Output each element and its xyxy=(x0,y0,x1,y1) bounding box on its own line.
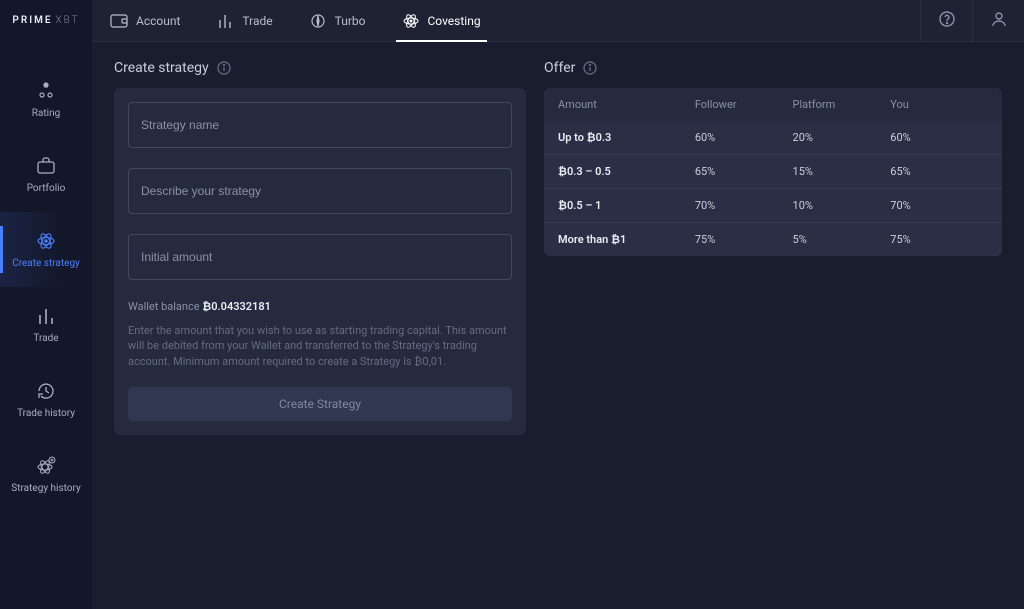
create-strategy-title: Create strategy xyxy=(114,60,526,76)
user-icon xyxy=(990,10,1008,31)
create-strategy-button[interactable]: Create Strategy xyxy=(128,387,512,421)
offer-row: Up to ₿0.3 60% 20% 60% xyxy=(544,121,1002,155)
turbo-icon xyxy=(309,12,327,30)
content: Create strategy Wallet balance ₿0.043321… xyxy=(92,42,1024,609)
bars-icon xyxy=(216,12,234,30)
offer-cell-platform: 10% xyxy=(793,199,891,212)
nav-trade[interactable]: Trade xyxy=(198,0,290,41)
offer-cell-you: 75% xyxy=(890,233,988,246)
offer-cell-you: 70% xyxy=(890,199,988,212)
nav-covesting[interactable]: Covesting xyxy=(384,0,499,41)
top-nav: Account Trade Turbo Covesting xyxy=(92,0,920,41)
help-button[interactable] xyxy=(920,0,972,41)
create-strategy-title-text: Create strategy xyxy=(114,60,209,76)
offer-header-row: Amount Follower Platform You xyxy=(544,88,1002,121)
initial-amount-input[interactable] xyxy=(129,235,511,279)
offer-cell-follower: 70% xyxy=(695,199,793,212)
bars-icon xyxy=(37,305,55,327)
offer-cell-follower: 75% xyxy=(695,233,793,246)
strategy-describe-field xyxy=(128,168,512,214)
offer-cell-you: 60% xyxy=(890,131,988,144)
wallet-balance-label: Wallet balance xyxy=(128,300,202,313)
nav-covesting-label: Covesting xyxy=(428,14,481,28)
nav-account-label: Account xyxy=(136,14,180,28)
offer-cell-amount: More than ₿1 xyxy=(558,233,695,246)
strategy-describe-input[interactable] xyxy=(129,169,511,213)
offer-row: ₿0.5 – 1 70% 10% 70% xyxy=(544,189,1002,223)
wallet-balance-value: ₿0.04332181 xyxy=(202,300,271,313)
sidebar-item-strategy-history[interactable]: Strategy history xyxy=(0,437,92,512)
brand-xbt: XBT xyxy=(55,15,79,26)
brand-logo: PRIMEXBT xyxy=(0,0,92,42)
atom-icon xyxy=(35,230,57,252)
sidebar-item-rating[interactable]: Rating xyxy=(0,62,92,137)
strategy-history-icon xyxy=(35,455,57,477)
offer-col-amount: Amount xyxy=(558,98,695,111)
nav-account[interactable]: Account xyxy=(92,0,198,41)
offer-cell-platform: 15% xyxy=(793,165,891,178)
sidebar: Rating Portfolio Create strategy Trade T… xyxy=(0,42,92,609)
strategy-name-input[interactable] xyxy=(129,103,511,147)
offer-cell-follower: 65% xyxy=(695,165,793,178)
offer-title-text: Offer xyxy=(544,60,575,76)
offer-cell-amount: Up to ₿0.3 xyxy=(558,131,695,144)
nav-turbo[interactable]: Turbo xyxy=(291,0,384,41)
offer-col-follower: Follower xyxy=(695,98,793,111)
history-icon xyxy=(36,380,56,402)
sidebar-rating-label: Rating xyxy=(32,108,60,119)
wallet-icon xyxy=(110,12,128,30)
sidebar-item-create-strategy[interactable]: Create strategy xyxy=(0,212,92,287)
topbar: PRIMEXBT Account Trade Turbo Covesting xyxy=(0,0,1024,42)
profile-button[interactable] xyxy=(972,0,1024,41)
offer-cell-follower: 60% xyxy=(695,131,793,144)
sidebar-trade-label: Trade xyxy=(33,333,58,344)
offer-col-you: You xyxy=(890,98,988,111)
sidebar-strategy-history-label: Strategy history xyxy=(11,483,80,494)
offer-cell-platform: 20% xyxy=(793,131,891,144)
sidebar-item-portfolio[interactable]: Portfolio xyxy=(0,137,92,212)
amount-hint: Enter the amount that you wish to use as… xyxy=(128,323,512,369)
brand-prime: PRIME xyxy=(12,15,52,26)
atom-icon xyxy=(402,12,420,30)
nav-turbo-label: Turbo xyxy=(335,14,366,28)
strategy-name-field xyxy=(128,102,512,148)
top-right xyxy=(920,0,1024,41)
offer-table: Amount Follower Platform You Up to ₿0.3 … xyxy=(544,88,1002,256)
offer-title: Offer xyxy=(544,60,1002,76)
help-icon xyxy=(938,10,956,31)
offer-cell-amount: ₿0.5 – 1 xyxy=(558,199,695,212)
nav-trade-label: Trade xyxy=(242,14,272,28)
sidebar-trade-history-label: Trade history xyxy=(17,408,75,419)
offer-cell-you: 65% xyxy=(890,165,988,178)
sidebar-create-strategy-label: Create strategy xyxy=(12,258,80,269)
sidebar-item-trade-history[interactable]: Trade history xyxy=(0,362,92,437)
initial-amount-field xyxy=(128,234,512,280)
info-icon[interactable] xyxy=(217,61,231,75)
offer-cell-amount: ₿0.3 – 0.5 xyxy=(558,165,695,178)
rating-icon xyxy=(35,80,57,102)
sidebar-item-trade[interactable]: Trade xyxy=(0,287,92,362)
offer-col-platform: Platform xyxy=(793,98,891,111)
info-icon[interactable] xyxy=(583,61,597,75)
offer-row: More than ₿1 75% 5% 75% xyxy=(544,223,1002,256)
sidebar-portfolio-label: Portfolio xyxy=(27,183,66,194)
wallet-balance: Wallet balance ₿0.04332181 xyxy=(128,300,512,313)
offer-row: ₿0.3 – 0.5 65% 15% 65% xyxy=(544,155,1002,189)
briefcase-icon xyxy=(36,155,56,177)
offer-cell-platform: 5% xyxy=(793,233,891,246)
create-strategy-card: Wallet balance ₿0.04332181 Enter the amo… xyxy=(114,88,526,435)
